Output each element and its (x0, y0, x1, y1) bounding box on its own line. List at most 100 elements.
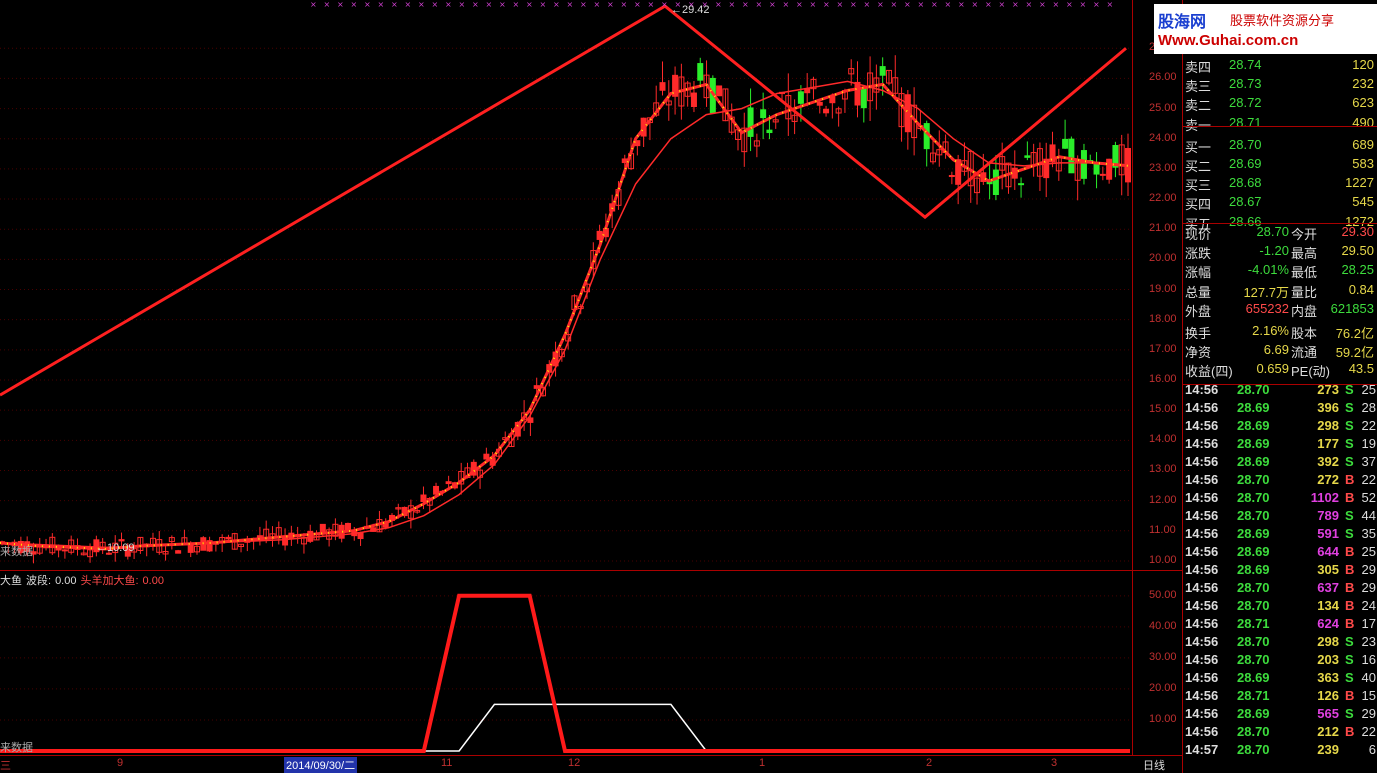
tick-time: 14:56 (1185, 382, 1219, 397)
date-axis[interactable]: 三 9 2014/09/30/二 11 12 1 2 3 日线 (0, 755, 1182, 773)
candle-body (823, 108, 830, 114)
quote-key: 最高 (1291, 246, 1318, 262)
signal-marker: × (567, 0, 574, 9)
tick-count: 6 (1368, 742, 1376, 757)
tick-time: 14:56 (1185, 634, 1219, 649)
signal-marker: × (769, 0, 776, 9)
indicator-chart[interactable]: 来数据 (0, 571, 1132, 755)
signal-marker: × (810, 0, 817, 9)
signal-marker: × (850, 0, 857, 9)
tick-count: 23 (1361, 634, 1376, 649)
tick-time: 14:56 (1185, 472, 1219, 487)
signal-marker: × (783, 0, 790, 9)
price-chart-svg[interactable]: × × × × × × × × × × × × × × × × × × × × × × × × × × × × × × × × × × × × × × × ×… (0, 0, 1132, 570)
quote-key: 涨跌 (1185, 246, 1212, 262)
candle-body (61, 549, 68, 552)
indicator-bigfish-line (0, 593, 1130, 753)
signal-marker: × (418, 0, 425, 9)
bid-row[interactable]: 买二 28.69 583 (1183, 156, 1377, 175)
tick-price: 28.70 (1237, 634, 1270, 649)
date-tick: 12 (568, 757, 581, 769)
candle-body (1080, 150, 1087, 179)
signal-marker: × (459, 0, 466, 9)
book-volume: 623 (1352, 95, 1374, 111)
tick-side: S (1345, 454, 1354, 469)
tick-time: 14:56 (1185, 652, 1219, 667)
tick-row: 14:56 28.69 644 B 25 (1183, 544, 1377, 562)
ask-row[interactable]: 卖一 28.71 490 (1183, 115, 1377, 134)
tick-time: 14:56 (1185, 598, 1219, 613)
signal-marker: × (432, 0, 439, 9)
tick-row: 14:56 28.69 363 S 40 (1183, 670, 1377, 688)
bid-row[interactable]: 买四 28.67 545 (1183, 194, 1377, 213)
tick-row: 14:56 28.69 396 S 28 (1183, 400, 1377, 418)
tick-count: 15 (1361, 688, 1376, 703)
indicator-axis-label: 20.00 (1149, 681, 1177, 694)
bid-row[interactable]: 买一 28.70 689 (1183, 137, 1377, 156)
indicator-chart-svg[interactable] (0, 571, 1132, 755)
date-cursor-label: 2014/09/30/二 (284, 757, 358, 773)
ask-row[interactable]: 卖三 28.73 232 (1183, 76, 1377, 95)
tick-time: 14:56 (1185, 454, 1219, 469)
tick-time: 14:56 (1185, 580, 1219, 595)
price-axis-label: 14.00 (1149, 433, 1177, 446)
price-axis-label: 11.00 (1149, 523, 1176, 536)
signal-marker: × (1039, 0, 1046, 9)
date-tick-edge: 三 (0, 760, 11, 772)
book-volume: 689 (1352, 136, 1374, 152)
candle-body (1106, 158, 1113, 180)
tick-time: 14:57 (1185, 742, 1219, 757)
book-volume: 232 (1352, 76, 1374, 92)
signal-marker: × (796, 0, 803, 9)
signal-marker: × (823, 0, 830, 9)
tick-side: B (1345, 562, 1355, 577)
quote-value: -1.20 (1259, 243, 1289, 259)
quote-key: PE(动) (1291, 364, 1331, 380)
book-level-label: 买二 (1185, 159, 1212, 174)
signal-marker: × (1012, 0, 1019, 9)
quote-key: 流通 (1291, 345, 1318, 361)
book-volume: 583 (1352, 156, 1374, 171)
tick-price: 28.69 (1237, 706, 1270, 721)
price-axis-label: 16.00 (1149, 373, 1177, 385)
tick-row: 14:56 28.70 789 S 44 (1183, 508, 1377, 526)
tick-price: 28.70 (1237, 598, 1270, 613)
site-logo: 股海网 股票软件资源分享 Www.Guhai.com.cn (1154, 4, 1377, 54)
left-stub-label: 来数据 (0, 545, 33, 558)
tick-side: B (1345, 598, 1355, 613)
date-tick: 1 (759, 757, 766, 769)
high-arrow-icon: ← (671, 4, 682, 16)
signal-marker: × (391, 0, 398, 9)
ask-row[interactable]: 卖二 28.72 623 (1183, 95, 1377, 114)
quote-key: 内盘 (1291, 303, 1318, 319)
bid-row[interactable]: 买三 28.68 1227 (1183, 175, 1377, 194)
signal-marker: × (486, 0, 493, 9)
signal-marker: × (958, 0, 965, 9)
ask-row[interactable]: 卖四 28.74 120 (1183, 57, 1377, 76)
tick-volume: 637 (1317, 580, 1339, 595)
indicator-title[interactable]: 大鱼 波段: 0.00 头羊加大鱼: 0.00 (0, 572, 168, 588)
tick-time: 14:56 (1185, 670, 1219, 685)
candle-body (797, 91, 804, 104)
signal-marker: × (594, 0, 601, 9)
quote-row: 收益(四) 0.659 PE(动) 43.5 (1183, 361, 1377, 379)
candle-body (420, 494, 427, 502)
quote-key: 净资 (1185, 345, 1212, 361)
price-axis-label: 20.00 (1149, 252, 1177, 265)
price-chart[interactable]: × × × × × × × × × × × × × × × × × × × × × × × × × × × × × × × × × × × × × × × ×… (0, 0, 1132, 570)
period-selector[interactable]: 日线 (1143, 757, 1165, 773)
tick-count: 19 (1361, 436, 1376, 451)
tick-row: 14:56 28.69 298 S 22 (1183, 418, 1377, 436)
tick-side: B (1345, 544, 1355, 559)
signal-marker: × (445, 0, 452, 9)
tick-count: 22 (1361, 724, 1376, 739)
tick-count: 24 (1361, 598, 1376, 613)
date-tick: 11 (441, 757, 453, 769)
price-axis-label: 19.00 (1149, 282, 1177, 295)
signal-marker: × (405, 0, 412, 9)
tick-side: B (1345, 472, 1355, 487)
signal-marker: × (661, 0, 668, 9)
signal-marker: × (580, 0, 587, 9)
candle-body (747, 107, 754, 137)
tick-side: S (1345, 436, 1354, 451)
